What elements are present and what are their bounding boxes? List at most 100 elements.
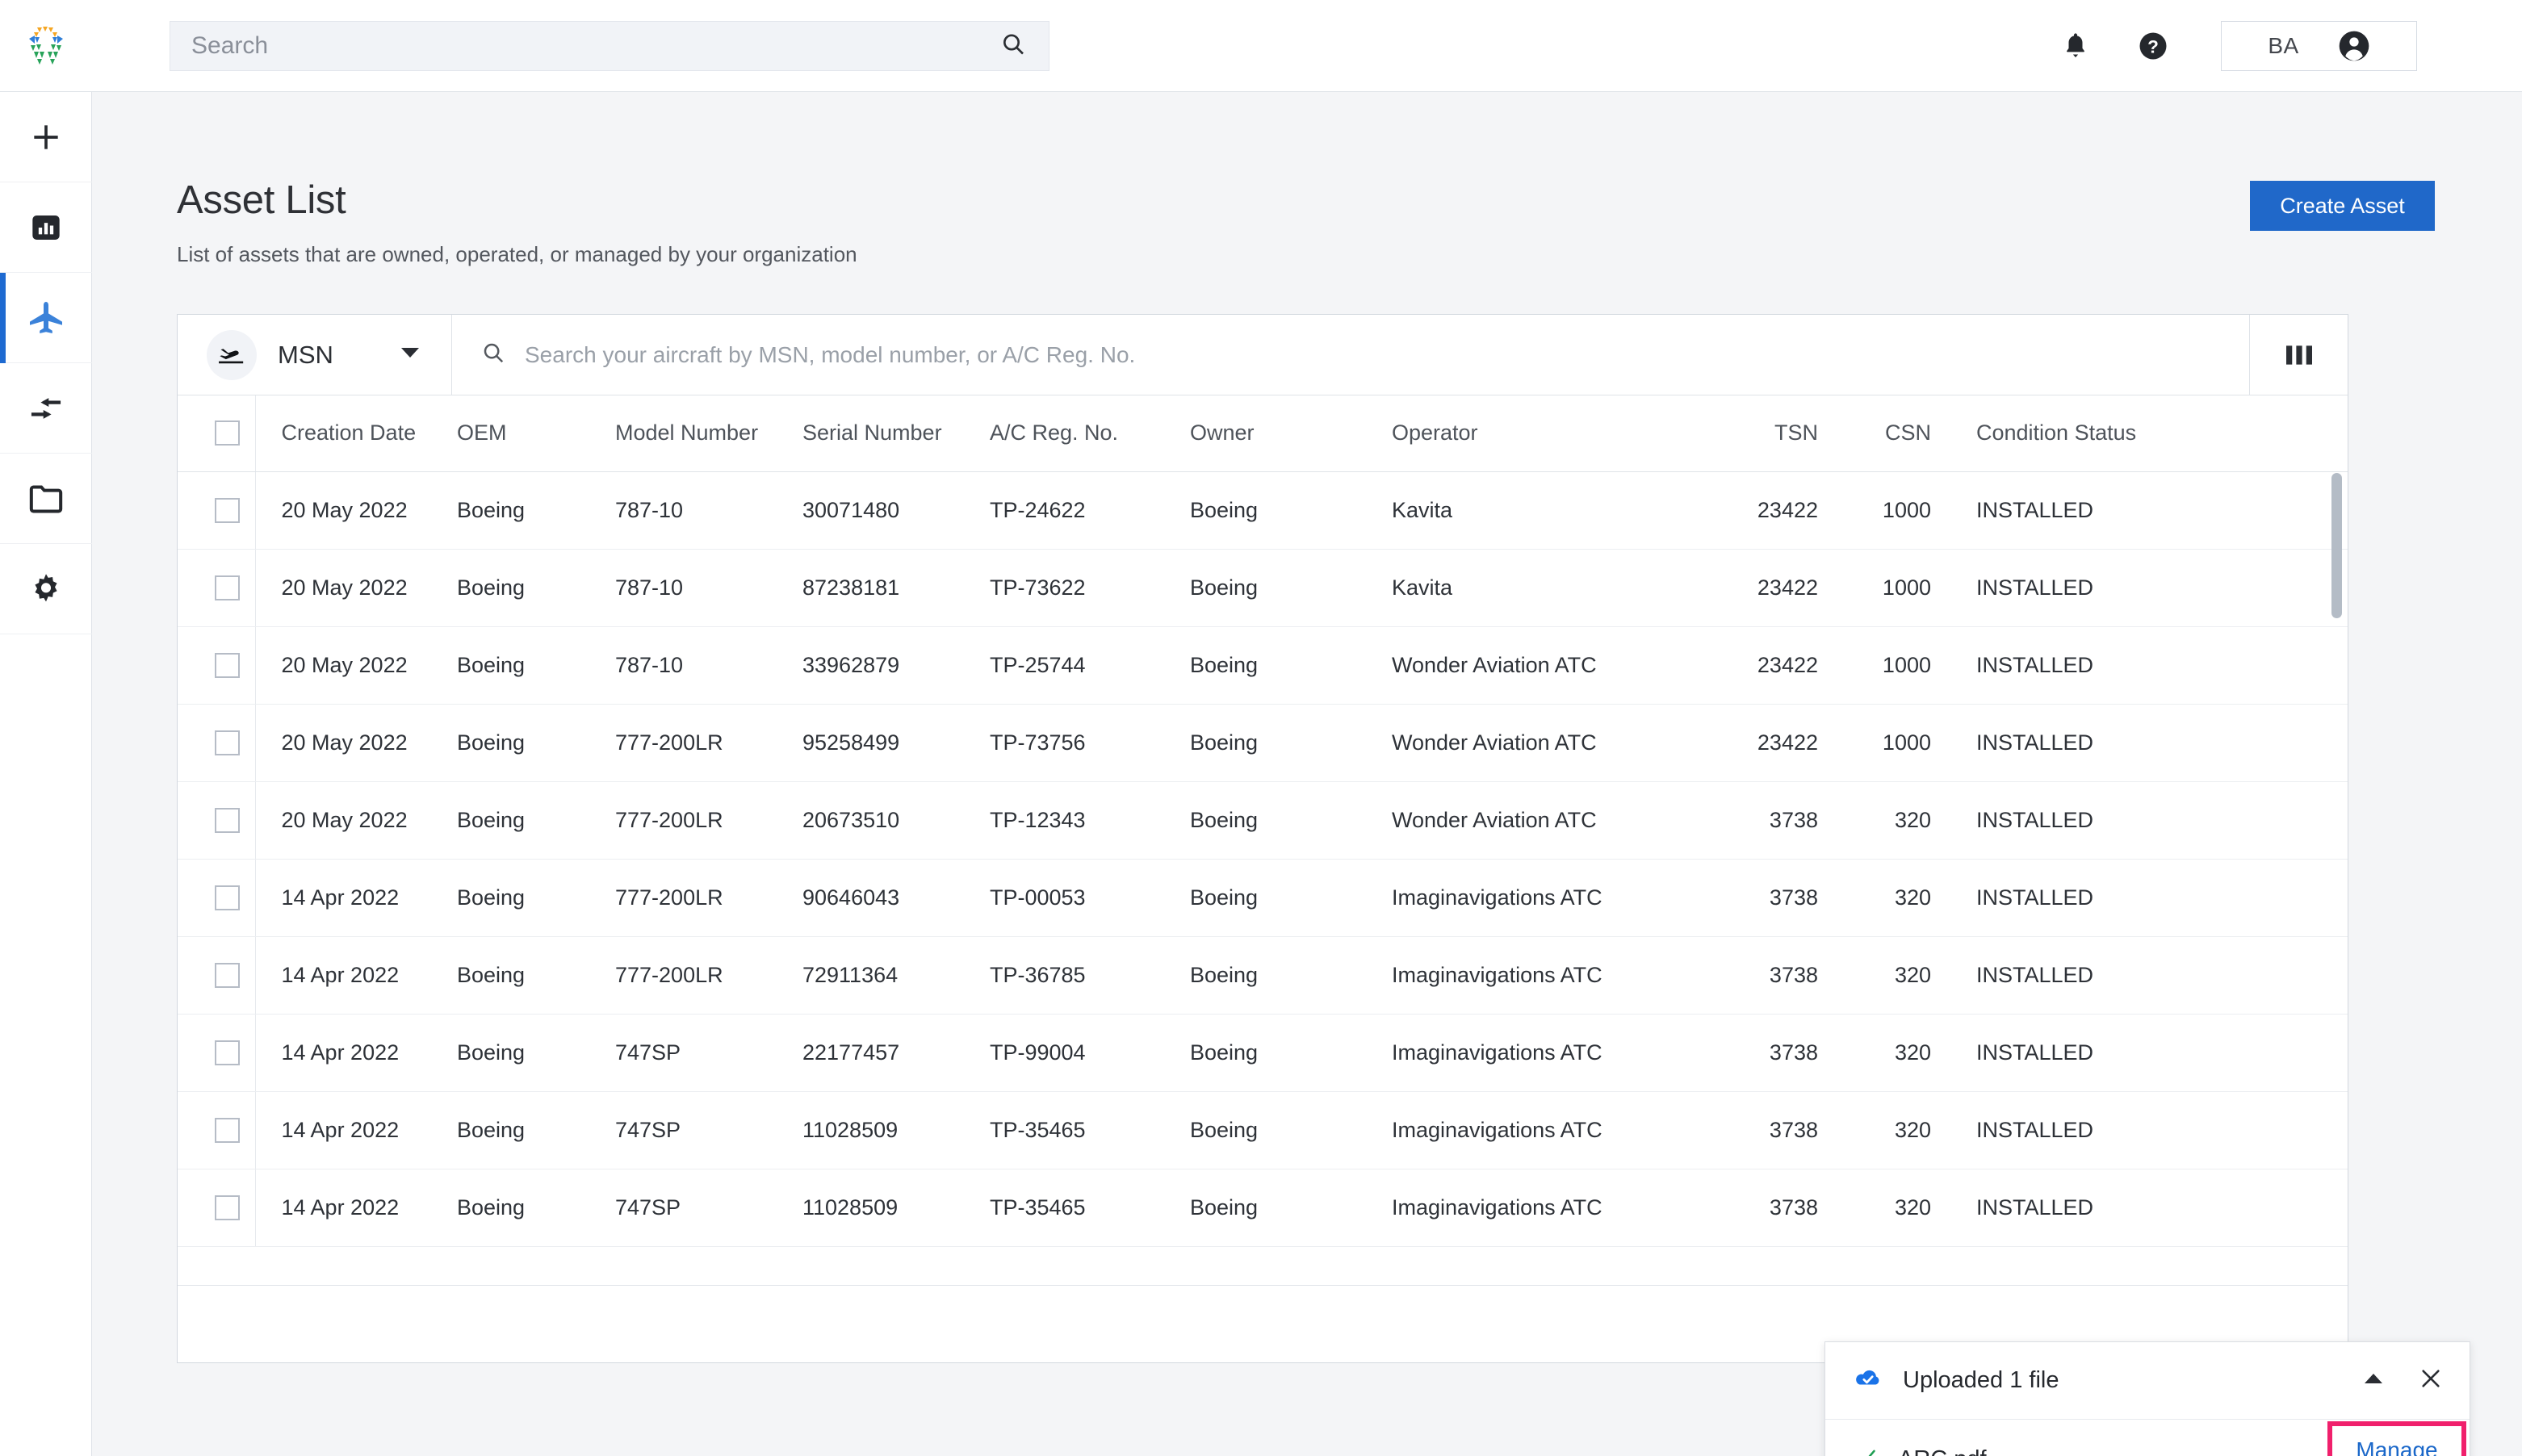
row-select-cell (178, 626, 256, 705)
notifications-button[interactable] (2037, 0, 2114, 92)
cell-csn: 1000 (1829, 549, 1942, 627)
row-select-checkbox[interactable] (215, 807, 240, 833)
column-header-csn[interactable]: CSN (1829, 395, 1942, 472)
column-header-tsn[interactable]: TSN (1700, 395, 1829, 472)
table-header: Creation Date OEM Model Number Serial Nu… (178, 395, 2348, 472)
global-search-field[interactable]: Search (170, 20, 1049, 71)
cell-creation-date: 20 May 2022 (255, 471, 457, 550)
create-asset-button[interactable]: Create Asset (2250, 181, 2435, 231)
cell-tsn: 23422 (1700, 626, 1829, 705)
app-logo[interactable] (0, 0, 92, 92)
cell-condition-status: INSTALLED (1942, 704, 2348, 782)
cell-serial-number: 72911364 (802, 936, 990, 1015)
sidebar-item-transfers[interactable] (0, 363, 92, 454)
column-header-ac-reg-no[interactable]: A/C Reg. No. (990, 395, 1190, 472)
row-select-checkbox[interactable] (215, 1040, 240, 1065)
sidebar-item-dashboard[interactable] (0, 182, 92, 273)
table-row[interactable]: 20 May 2022 Boeing 787-10 33962879 TP-25744 B… (178, 626, 2348, 705)
search-icon[interactable] (1000, 31, 1026, 61)
row-select-checkbox[interactable] (215, 575, 240, 600)
manage-link[interactable]: Manage (2356, 1437, 2437, 1456)
column-header-condition-status[interactable]: Condition Status (1942, 395, 2348, 472)
row-select-checkbox[interactable] (215, 1195, 240, 1220)
sidebar-item-create[interactable] (0, 92, 92, 182)
msn-filter-select[interactable]: MSN (178, 315, 452, 395)
table-row[interactable]: 14 Apr 2022 Boeing 777-200LR 72911364 TP-367… (178, 936, 2348, 1015)
sidebar-item-settings[interactable] (0, 544, 92, 634)
cell-condition-status: INSTALLED (1942, 626, 2348, 705)
table-scrollbar-thumb[interactable] (2331, 473, 2342, 618)
cell-model-number: 777-200LR (615, 781, 802, 860)
cell-creation-date: 20 May 2022 (255, 704, 457, 782)
row-select-cell (178, 549, 256, 627)
cell-tsn: 23422 (1700, 471, 1829, 550)
cell-model-number: 787-10 (615, 471, 802, 550)
table-row[interactable]: 20 May 2022 Boeing 777-200LR 95258499 TP-737… (178, 704, 2348, 782)
cell-oem: Boeing (457, 1091, 615, 1169)
cell-owner: Boeing (1190, 471, 1392, 550)
cell-condition-status: INSTALLED (1942, 549, 2348, 627)
cell-operator: Imaginavigations ATC (1392, 1014, 1700, 1092)
caret-up-icon[interactable] (2365, 1373, 2382, 1388)
cell-model-number: 777-200LR (615, 859, 802, 937)
user-menu-button[interactable]: BA (2221, 21, 2417, 71)
column-header-model-number[interactable]: Model Number (615, 395, 802, 472)
row-select-checkbox[interactable] (215, 497, 240, 523)
cell-owner: Boeing (1190, 936, 1392, 1015)
cell-condition-status: INSTALLED (1942, 936, 2348, 1015)
cell-owner: Boeing (1190, 859, 1392, 937)
cell-owner: Boeing (1190, 1091, 1392, 1169)
table-scrollbar[interactable] (2331, 473, 2342, 1358)
asset-table: Creation Date OEM Model Number Serial Nu… (178, 395, 2348, 1247)
row-select-checkbox[interactable] (215, 730, 240, 755)
column-header-creation-date[interactable]: Creation Date (255, 395, 457, 472)
cell-operator: Wonder Aviation ATC (1392, 626, 1700, 705)
help-button[interactable]: ? (2114, 0, 2192, 92)
cell-owner: Boeing (1190, 626, 1392, 705)
uploaded-file-name: ARC.pdf (1898, 1446, 1987, 1456)
account-circle-icon (2339, 31, 2369, 61)
select-all-checkbox[interactable] (215, 420, 240, 446)
cell-ac-reg-no: TP-25744 (990, 626, 1190, 705)
top-bar: Search ? BA (0, 0, 2522, 92)
row-select-checkbox[interactable] (215, 652, 240, 678)
table-row[interactable]: 14 Apr 2022 Boeing 747SP 22177457 TP-99004 Bo… (178, 1014, 2348, 1092)
sidebar-item-assets[interactable] (0, 273, 92, 363)
cell-oem: Boeing (457, 549, 615, 627)
table-row[interactable]: 14 Apr 2022 Boeing 747SP 11028509 TP-35465 Bo… (178, 1169, 2348, 1247)
asset-search-input[interactable]: Search your aircraft by MSN, model numbe… (452, 315, 2249, 395)
table-row[interactable]: 20 May 2022 Boeing 787-10 30071480 TP-24622 B… (178, 471, 2348, 550)
close-icon[interactable] (2419, 1367, 2442, 1394)
cell-oem: Boeing (457, 1169, 615, 1247)
column-settings-button[interactable] (2249, 315, 2348, 395)
row-select-cell (178, 1091, 256, 1169)
select-all-header (178, 395, 256, 472)
cell-operator: Wonder Aviation ATC (1392, 704, 1700, 782)
cloud-check-icon (1854, 1368, 1882, 1393)
cell-serial-number: 30071480 (802, 471, 990, 550)
cell-csn: 320 (1829, 781, 1942, 860)
row-select-checkbox[interactable] (215, 962, 240, 988)
cell-model-number: 747SP (615, 1014, 802, 1092)
column-header-owner[interactable]: Owner (1190, 395, 1392, 472)
chevron-down-icon[interactable] (401, 347, 419, 362)
cell-owner: Boeing (1190, 1014, 1392, 1092)
cell-oem: Boeing (457, 936, 615, 1015)
table-row[interactable]: 14 Apr 2022 Boeing 747SP 11028509 TP-35465 Bo… (178, 1091, 2348, 1169)
table-row[interactable]: 14 Apr 2022 Boeing 777-200LR 90646043 TP-000… (178, 859, 2348, 937)
help-circle-icon: ? (2139, 32, 2167, 60)
row-select-checkbox[interactable] (215, 1117, 240, 1143)
sidebar-item-documents[interactable] (0, 454, 92, 544)
table-row[interactable]: 20 May 2022 Boeing 777-200LR 20673510 TP-123… (178, 781, 2348, 860)
column-header-operator[interactable]: Operator (1392, 395, 1700, 472)
column-header-oem[interactable]: OEM (457, 395, 615, 472)
column-header-serial-number[interactable]: Serial Number (802, 395, 990, 472)
table-row[interactable]: 20 May 2022 Boeing 787-10 87238181 TP-73622 B… (178, 549, 2348, 627)
cell-oem: Boeing (457, 859, 615, 937)
cell-oem: Boeing (457, 781, 615, 860)
row-select-checkbox[interactable] (215, 885, 240, 910)
app-logo-icon (29, 26, 63, 65)
cell-csn: 320 (1829, 936, 1942, 1015)
upload-popup-actions (2365, 1367, 2442, 1394)
cell-ac-reg-no: TP-35465 (990, 1169, 1190, 1247)
